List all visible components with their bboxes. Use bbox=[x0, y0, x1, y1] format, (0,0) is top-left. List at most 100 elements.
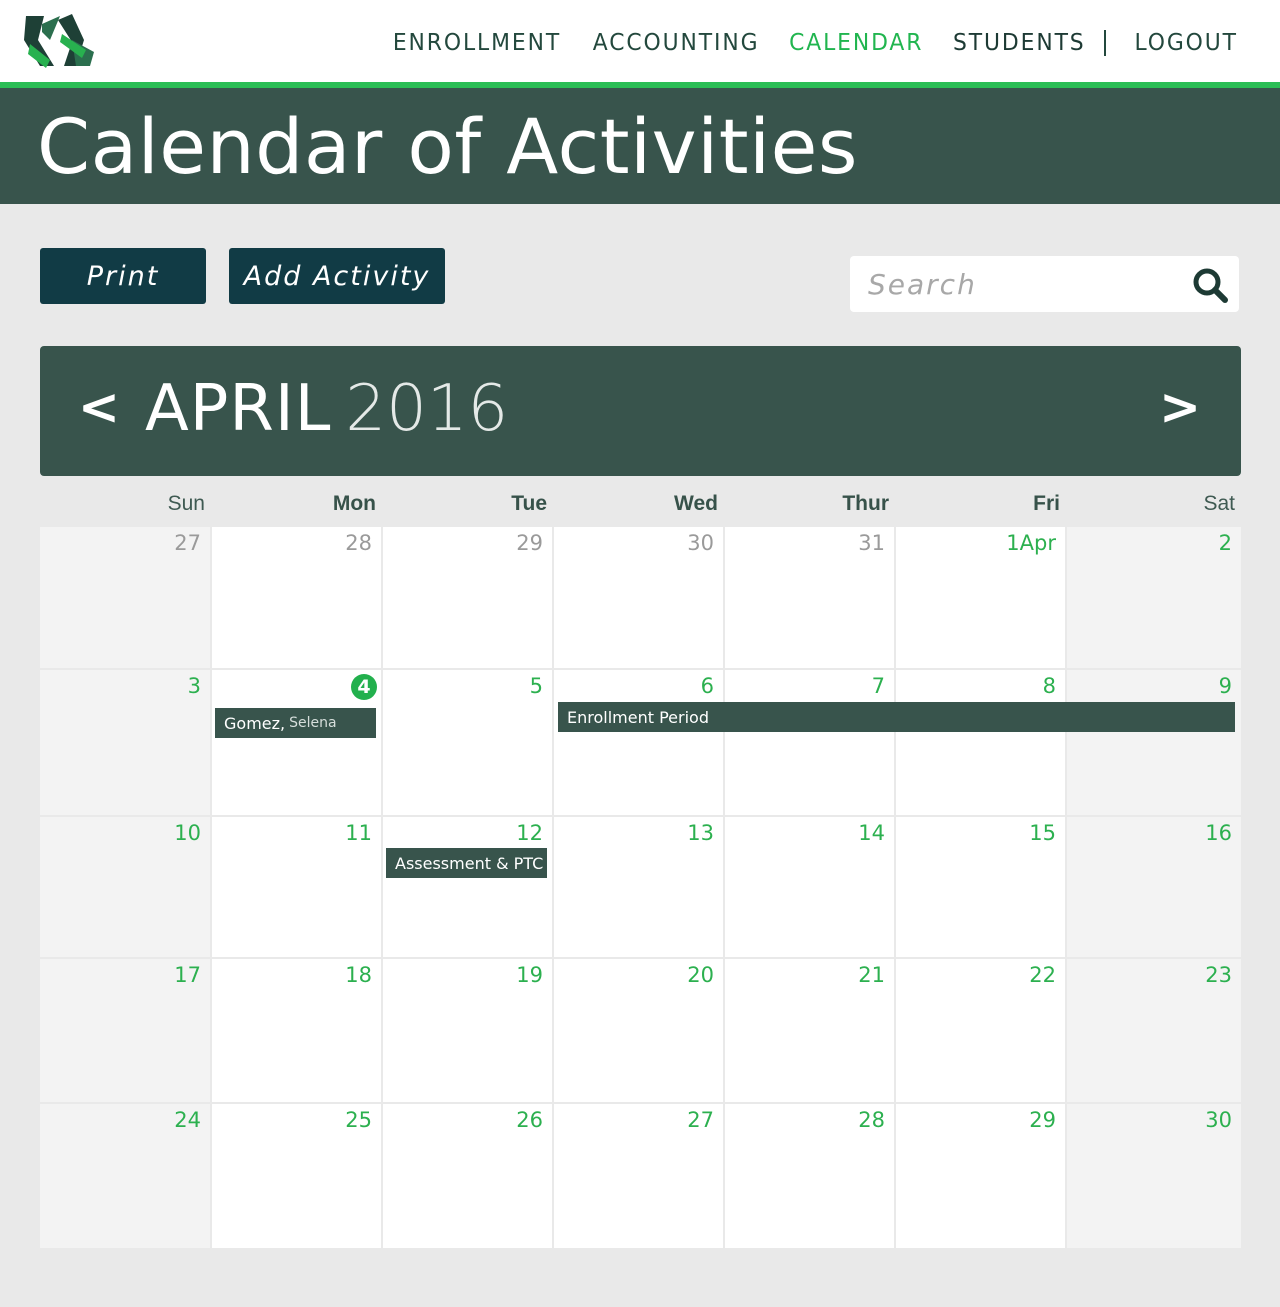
weekday-tue: Tue bbox=[511, 492, 547, 515]
day-cell[interactable]: 6 bbox=[554, 670, 723, 815]
day-number: 2 bbox=[1218, 531, 1232, 555]
day-number: 23 bbox=[1205, 963, 1232, 987]
day-cell[interactable]: 28 bbox=[212, 527, 381, 668]
day-cell[interactable]: 28 bbox=[725, 1104, 894, 1248]
day-number: 21 bbox=[858, 963, 885, 987]
weekday-sat: Sat bbox=[1203, 492, 1235, 515]
day-number: 30 bbox=[687, 531, 714, 555]
day-number: 18 bbox=[345, 963, 372, 987]
day-cell[interactable]: 17 bbox=[40, 959, 210, 1102]
day-cell[interactable]: 30 bbox=[554, 527, 723, 668]
day-number: 15 bbox=[1029, 821, 1056, 845]
day-number: 7 bbox=[871, 674, 885, 698]
event-enrollment-period[interactable]: Enrollment Period bbox=[558, 702, 1235, 732]
day-number: 26 bbox=[516, 1108, 543, 1132]
day-cell[interactable]: 21 bbox=[725, 959, 894, 1102]
day-cell[interactable]: 9 bbox=[1067, 670, 1241, 815]
weekday-sun: Sun bbox=[167, 492, 205, 515]
event-student-firstname: Selena bbox=[289, 715, 337, 731]
day-cell[interactable]: 26 bbox=[383, 1104, 552, 1248]
day-number: 13 bbox=[687, 821, 714, 845]
day-cell[interactable]: 27 bbox=[40, 527, 210, 668]
day-cell[interactable]: 11 bbox=[212, 817, 381, 957]
day-cell[interactable]: 25 bbox=[212, 1104, 381, 1248]
nav-enrollment[interactable]: ENROLLMENT bbox=[392, 30, 560, 56]
day-number: 31 bbox=[858, 531, 885, 555]
day-cell[interactable]: 31 bbox=[725, 527, 894, 668]
day-number: 28 bbox=[345, 531, 372, 555]
day-cell[interactable]: 24 bbox=[40, 1104, 210, 1248]
weekday-wed: Wed bbox=[674, 492, 718, 515]
day-cell[interactable]: 2 bbox=[1067, 527, 1241, 668]
day-cell[interactable]: 19 bbox=[383, 959, 552, 1102]
main-nav: ENROLLMENT ACCOUNTING CALENDAR STUDENTS … bbox=[361, 28, 1238, 58]
nav-divider bbox=[1104, 30, 1107, 56]
day-number: 20 bbox=[687, 963, 714, 987]
day-number: 27 bbox=[174, 531, 201, 555]
top-navbar: ENROLLMENT ACCOUNTING CALENDAR STUDENTS … bbox=[0, 0, 1280, 82]
day-number: 6 bbox=[700, 674, 714, 698]
day-cell[interactable]: 7 bbox=[725, 670, 894, 815]
day-number: 12 bbox=[516, 821, 543, 845]
event-assessment-ptc[interactable]: Assessment & PTC bbox=[386, 848, 547, 878]
calendar-grid: 27 28 29 30 31 1Apr 2 3 4 5 6 7 8 9 10 11 12 13 14 15 16 17 18… bbox=[40, 527, 1241, 1248]
day-cell[interactable]: 15 bbox=[896, 817, 1065, 957]
add-activity-button[interactable]: Add Activity bbox=[229, 248, 445, 304]
month-name: APRIL bbox=[145, 372, 332, 446]
nav-logout[interactable]: LOGOUT bbox=[1135, 30, 1238, 56]
day-number: 3 bbox=[187, 674, 201, 698]
weekday-fri: Fri bbox=[1033, 492, 1060, 515]
print-button[interactable]: Print bbox=[40, 248, 206, 304]
prev-month-button[interactable]: < bbox=[78, 382, 120, 432]
day-number: 30 bbox=[1205, 1108, 1232, 1132]
day-number: 19 bbox=[516, 963, 543, 987]
day-number: 11 bbox=[345, 821, 372, 845]
day-cell[interactable]: 1Apr bbox=[896, 527, 1065, 668]
day-cell[interactable]: 22 bbox=[896, 959, 1065, 1102]
day-cell[interactable]: 27 bbox=[554, 1104, 723, 1248]
day-number: 9 bbox=[1218, 674, 1232, 698]
school-logo-icon[interactable] bbox=[20, 10, 100, 70]
day-cell[interactable]: 20 bbox=[554, 959, 723, 1102]
day-number: 29 bbox=[1029, 1108, 1056, 1132]
day-cell[interactable]: 18 bbox=[212, 959, 381, 1102]
day-number: 22 bbox=[1029, 963, 1056, 987]
weekday-header: Sun Mon Tue Wed Thur Fri Sat bbox=[40, 492, 1241, 526]
day-cell[interactable]: 29 bbox=[896, 1104, 1065, 1248]
search-box bbox=[850, 256, 1239, 312]
weekday-thur: Thur bbox=[842, 492, 889, 515]
day-number: 8 bbox=[1042, 674, 1056, 698]
day-number: 29 bbox=[516, 531, 543, 555]
nav-accounting[interactable]: ACCOUNTING bbox=[592, 30, 759, 56]
day-cell[interactable]: 12 bbox=[383, 817, 552, 957]
day-cell[interactable]: 3 bbox=[40, 670, 210, 815]
day-cell[interactable]: 5 bbox=[383, 670, 552, 815]
day-cell[interactable]: 14 bbox=[725, 817, 894, 957]
day-cell[interactable]: 10 bbox=[40, 817, 210, 957]
month-year-label: APRIL 2016 bbox=[145, 374, 508, 444]
next-month-button[interactable]: > bbox=[1159, 382, 1201, 432]
event-student-gomez[interactable]: Gomez, Selena bbox=[215, 708, 376, 738]
day-cell[interactable]: 29 bbox=[383, 527, 552, 668]
day-number: 24 bbox=[174, 1108, 201, 1132]
search-icon[interactable] bbox=[1191, 266, 1229, 304]
day-cell[interactable]: 23 bbox=[1067, 959, 1241, 1102]
day-cell[interactable]: 4 bbox=[212, 670, 381, 815]
year-label: 2016 bbox=[345, 372, 509, 446]
search-input[interactable] bbox=[868, 264, 1178, 304]
day-number: 10 bbox=[174, 821, 201, 845]
day-number: 28 bbox=[858, 1108, 885, 1132]
day-number: 25 bbox=[345, 1108, 372, 1132]
title-banner: Calendar of Activities bbox=[0, 88, 1280, 204]
day-cell[interactable]: 16 bbox=[1067, 817, 1241, 957]
nav-calendar[interactable]: CALENDAR bbox=[789, 30, 923, 56]
day-cell[interactable]: 8 bbox=[896, 670, 1065, 815]
day-number: 16 bbox=[1205, 821, 1232, 845]
day-number: 1Apr bbox=[1006, 531, 1056, 555]
day-cell[interactable]: 30 bbox=[1067, 1104, 1241, 1248]
day-cell[interactable]: 13 bbox=[554, 817, 723, 957]
day-number: 5 bbox=[529, 674, 543, 698]
nav-students[interactable]: STUDENTS bbox=[953, 30, 1086, 56]
day-number: 27 bbox=[687, 1108, 714, 1132]
today-badge: 4 bbox=[351, 674, 377, 700]
